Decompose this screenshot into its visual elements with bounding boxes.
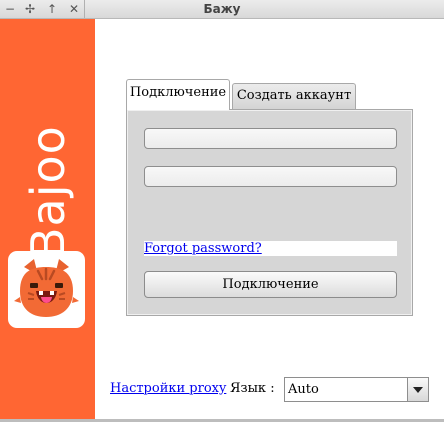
- language-select[interactable]: Auto: [284, 377, 429, 402]
- language-label: Язык :: [230, 381, 275, 396]
- cat-mascot-icon: [14, 259, 79, 317]
- forgot-password-row: Forgot password?: [144, 241, 397, 256]
- password-field[interactable]: [144, 166, 397, 187]
- login-panel: Forgot password? Подключение: [126, 109, 413, 316]
- email-field[interactable]: [144, 128, 397, 149]
- forgot-password-link[interactable]: Forgot password?: [144, 241, 397, 256]
- brand-logo: [8, 251, 85, 328]
- footer-bar: Настройки proxy Язык : Auto: [0, 377, 444, 403]
- language-dropdown-button[interactable]: [407, 378, 428, 401]
- chevron-down-icon: [413, 387, 423, 393]
- proxy-settings-link[interactable]: Настройки proxy: [110, 381, 226, 396]
- tab-create-account[interactable]: Создать аккаунт: [232, 83, 356, 109]
- tab-connect[interactable]: Подключение: [126, 79, 230, 110]
- brand-wordmark: Bajoo: [21, 125, 75, 259]
- language-select-value: Auto: [288, 382, 319, 397]
- connect-button[interactable]: Подключение: [144, 271, 397, 298]
- brand-panel: Bajoo: [0, 19, 95, 420]
